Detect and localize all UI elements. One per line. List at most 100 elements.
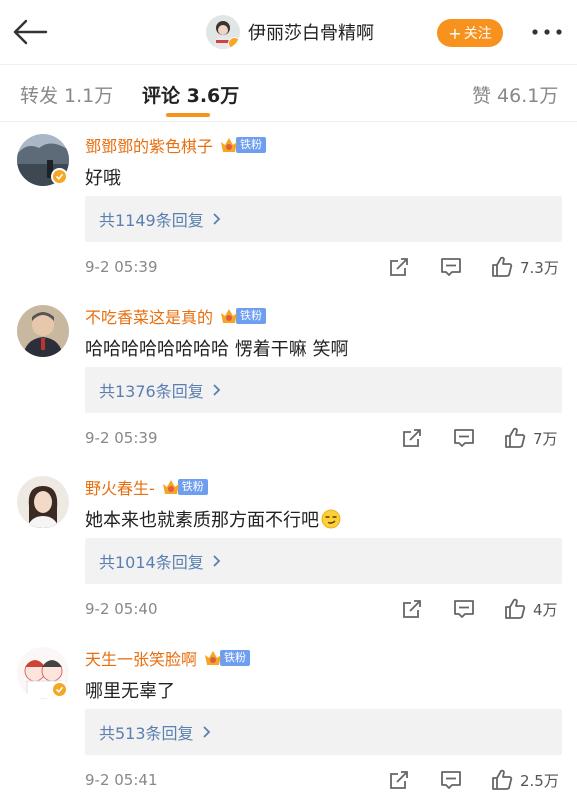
like-count: 4万 [533, 600, 558, 619]
comment-text: 哈哈哈哈哈哈哈哈 愣着干嘛 笑啊 [85, 335, 348, 361]
meta-row: 9-2 05:39 7万 [85, 425, 562, 451]
like-icon [505, 598, 526, 619]
smirk-emoji-icon [321, 509, 341, 529]
verified-icon [51, 681, 68, 698]
like-icon [492, 256, 513, 277]
share-button[interactable] [388, 767, 410, 793]
like-icon [505, 427, 526, 448]
username[interactable]: 天生一张笑脸啊 [85, 646, 197, 670]
comment-text-content: 哪里无辜了 [85, 681, 175, 702]
comment-button[interactable] [440, 767, 462, 793]
like-count: 7万 [533, 429, 558, 448]
reply-thread-link[interactable]: 共1376条回复 [85, 367, 562, 413]
verified-icon [51, 168, 68, 185]
username[interactable]: 野火春生- [85, 475, 155, 499]
crown-icon [221, 138, 238, 152]
reply-count: 共1014条回复 [99, 553, 204, 572]
plus-icon: + [448, 23, 462, 43]
back-arrow-icon [13, 19, 48, 45]
meta-row: 9-2 05:40 4万 [85, 596, 562, 622]
comment-text-content: 好哦 [85, 168, 121, 189]
comment-button[interactable] [453, 596, 475, 622]
comment-icon [454, 600, 474, 618]
top-bar: 伊丽莎白骨精啊 + 关注 [0, 0, 577, 64]
crown-icon [162, 480, 179, 494]
reply-thread-link[interactable]: 共1149条回复 [85, 196, 562, 242]
follow-label: 关注 [463, 26, 492, 42]
reply-count: 共513条回复 [99, 724, 194, 743]
profile-title[interactable]: 伊丽莎白骨精啊 [206, 14, 374, 50]
fan-badge: 铁粉 [161, 478, 208, 496]
tab-likes[interactable]: 赞 46.1万 [472, 81, 558, 108]
share-button[interactable] [401, 425, 423, 451]
avatar[interactable] [17, 305, 69, 357]
back-button[interactable] [10, 16, 50, 48]
meta-row: 9-2 05:41 2.5万 [85, 767, 562, 793]
fan-badge-label: 铁粉 [220, 650, 251, 666]
chevron-right-icon [213, 213, 221, 225]
fan-badge-label: 铁粉 [236, 137, 267, 153]
comment-text-content: 她本来也就素质那方面不行吧 [85, 510, 319, 531]
name-row: 不吃香菜这是真的 铁粉 [85, 304, 267, 328]
fan-badge-label: 铁粉 [236, 308, 267, 324]
comment-text-content: 哈哈哈哈哈哈哈哈 愣着干嘛 笑啊 [85, 339, 349, 360]
username[interactable]: 鄧鄧鄧的紫色棋子 [85, 133, 213, 157]
share-button[interactable] [388, 254, 410, 280]
name-row: 天生一张笑脸啊 铁粉 [85, 646, 251, 670]
name-row: 鄧鄧鄧的紫色棋子 铁粉 [85, 133, 267, 157]
verified-icon [228, 37, 240, 49]
timestamp: 9-2 05:39 [85, 258, 158, 276]
like-icon [492, 769, 513, 790]
comment-text: 哪里无辜了 [85, 677, 175, 703]
fan-badge: 铁粉 [219, 136, 267, 154]
tab-comments[interactable]: 评论 3.6万 [142, 81, 239, 108]
share-icon [390, 258, 408, 276]
follow-button[interactable]: + 关注 [437, 19, 503, 47]
more-button[interactable] [530, 22, 564, 42]
timestamp: 9-2 05:40 [85, 600, 158, 618]
fan-badge-label: 铁粉 [177, 479, 208, 495]
comment-item: 天生一张笑脸啊 铁粉 哪里无辜了 共513条回复 9-2 05:41 2.5万 [0, 637, 577, 800]
like-button[interactable]: 4万 [503, 596, 558, 622]
like-count: 2.5万 [520, 771, 559, 790]
comment-item: 不吃香菜这是真的 铁粉 哈哈哈哈哈哈哈哈 愣着干嘛 笑啊 共1376条回复 9-… [0, 295, 577, 465]
crown-icon [205, 651, 222, 665]
chevron-right-icon [213, 384, 221, 396]
more-icon [532, 29, 562, 35]
title-avatar [206, 15, 240, 49]
reply-thread-link[interactable]: 共1014条回复 [85, 538, 562, 584]
comment-item: 鄧鄧鄧的紫色棋子 铁粉 好哦 共1149条回复 9-2 05:39 7.3万 [0, 124, 577, 294]
like-button[interactable]: 7万 [503, 425, 558, 451]
chevron-right-icon [202, 726, 210, 738]
reply-count: 共1149条回复 [99, 211, 204, 230]
fan-badge: 铁粉 [203, 649, 251, 667]
comment-icon [454, 429, 474, 447]
reply-thread-link[interactable]: 共513条回复 [85, 709, 562, 755]
meta-row: 9-2 05:39 7.3万 [85, 254, 562, 280]
share-button[interactable] [401, 596, 423, 622]
username[interactable]: 不吃香菜这是真的 [85, 304, 213, 328]
share-icon [390, 771, 408, 789]
tab-reposts[interactable]: 转发 1.1万 [20, 81, 113, 108]
page-title: 伊丽莎白骨精啊 [248, 23, 374, 44]
tab-bar: 转发 1.1万 评论 3.6万 赞 46.1万 [0, 64, 577, 122]
active-tab-indicator [166, 113, 210, 117]
name-row: 野火春生- 铁粉 [85, 476, 208, 498]
comment-button[interactable] [440, 254, 462, 280]
share-icon [403, 600, 421, 618]
like-count: 7.3万 [520, 258, 559, 277]
timestamp: 9-2 05:39 [85, 429, 158, 447]
crown-icon [221, 309, 238, 323]
fan-badge: 铁粉 [219, 307, 267, 325]
comment-text: 好哦 [85, 164, 121, 190]
comment-text: 她本来也就素质那方面不行吧 [85, 506, 341, 532]
comment-icon [441, 771, 461, 789]
avatar[interactable] [17, 476, 69, 528]
share-icon [403, 429, 421, 447]
comment-button[interactable] [453, 425, 475, 451]
comment-icon [441, 258, 461, 276]
like-button[interactable]: 7.3万 [490, 254, 559, 280]
timestamp: 9-2 05:41 [85, 771, 158, 789]
like-button[interactable]: 2.5万 [490, 767, 559, 793]
reply-count: 共1376条回复 [99, 382, 204, 401]
